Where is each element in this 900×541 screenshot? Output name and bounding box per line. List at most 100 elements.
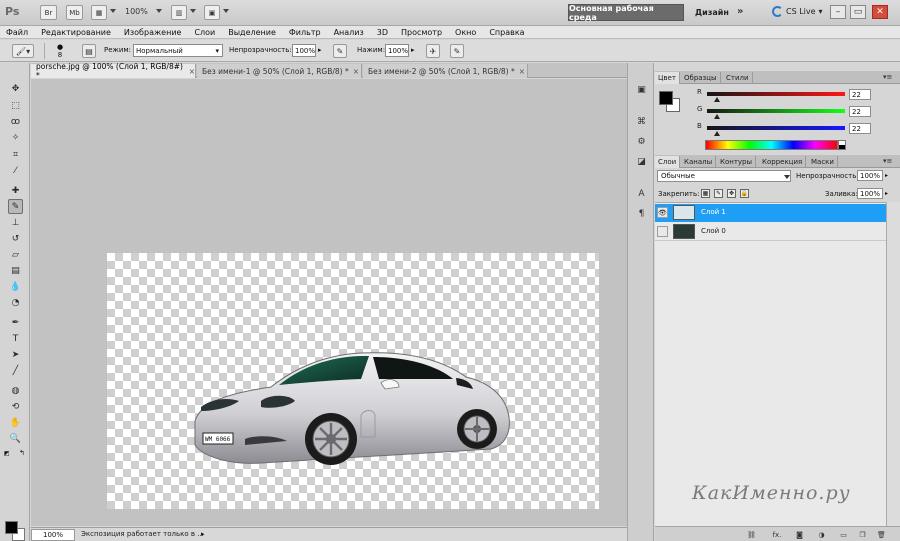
pressure-slider-toggle-icon[interactable]: ▸ [411,46,415,54]
hand-tool-icon[interactable]: ✋ [8,415,23,430]
tab-swatches[interactable]: Образцы [681,72,721,84]
tab-adjustments[interactable]: Коррекция [759,156,807,168]
minimize-window-button[interactable]: – [830,5,846,19]
workspace-design-button[interactable]: Дизайн [695,8,729,17]
foreground-color-swatch[interactable] [5,521,18,534]
pen-tool-icon[interactable]: ✒ [8,315,23,330]
menu-layers[interactable]: Слои [194,28,215,37]
close-icon[interactable]: × [189,67,195,76]
arrange-dropdown-icon[interactable] [190,9,196,13]
green-value-input[interactable]: 22 [849,106,871,117]
minibridge-panel-icon[interactable]: ▣ [634,83,649,97]
layer-opacity-input[interactable]: 100% [857,170,883,181]
visibility-toggle-icon[interactable] [657,226,668,237]
document-canvas[interactable]: WM 6066 [107,253,599,509]
blue-slider[interactable] [707,126,845,130]
arrange-documents-icon[interactable]: ▥ [171,5,187,20]
lasso-tool-icon[interactable]: ꝏ [8,114,23,129]
close-icon[interactable]: × [519,67,525,76]
screen-mode-icon[interactable]: ▣ [204,5,220,20]
document-tab-untitled-2[interactable]: Без имени-2 @ 50% (Слой 1, RGB/8) * × [363,64,528,78]
menu-view[interactable]: Просмотр [401,28,442,37]
screen-mode-dropdown-icon[interactable] [223,9,229,13]
slider-thumb-icon[interactable] [714,131,720,136]
navigator-panel-icon[interactable]: ◪ [634,155,649,169]
adjustment-icon[interactable]: ◑ [817,530,826,539]
blue-value-input[interactable]: 22 [849,123,871,134]
red-value-input[interactable]: 22 [849,89,871,100]
black-white-ramp[interactable] [838,140,846,150]
panel-menu-icon[interactable]: ▾≡ [883,73,892,81]
move-tool-icon[interactable]: ✥ [8,81,23,96]
restore-window-button[interactable]: ▭ [850,5,866,19]
3d-rotate-tool-icon[interactable]: ◍ [8,383,23,398]
mask-icon[interactable]: ◙ [795,530,804,539]
menu-help[interactable]: Справка [489,28,524,37]
quick-selection-tool-icon[interactable]: ✧ [8,130,23,145]
eraser-tool-icon[interactable]: ▱ [8,247,23,262]
menu-select[interactable]: Выделение [228,28,276,37]
bridge-button[interactable]: Br [40,5,57,20]
swap-colors-icon[interactable]: ↰ [19,449,25,457]
lock-position-icon[interactable]: ✥ [727,189,736,198]
tab-channels[interactable]: Каналы [681,156,717,168]
mini-bridge-button[interactable]: Mb [66,5,83,20]
zoom-tool-icon[interactable]: 🔍 [8,431,23,446]
healing-brush-tool-icon[interactable]: ✚ [8,183,23,198]
workspace-essentials-button[interactable]: Основная рабочая среда [568,4,684,22]
character-panel-icon[interactable]: A [634,187,649,201]
clone-stamp-tool-icon[interactable]: ⊥ [8,215,23,230]
zoom-level[interactable]: 100% [125,7,148,16]
opacity-slider-toggle-icon[interactable]: ▸ [885,172,888,179]
slider-thumb-icon[interactable] [714,114,720,119]
cs-live-menu[interactable]: CS Live ▾ [772,6,823,17]
history-brush-tool-icon[interactable]: ↺ [8,231,23,246]
path-selection-tool-icon[interactable]: ➤ [8,347,23,362]
tab-color[interactable]: Цвет [655,72,680,84]
blur-tool-icon[interactable]: 💧 [8,279,23,294]
slider-thumb-icon[interactable] [714,97,720,102]
tab-layers[interactable]: Слои [655,156,681,168]
menu-image[interactable]: Изображение [124,28,182,37]
shape-tool-icon[interactable]: ╱ [8,363,23,378]
paragraph-panel-icon[interactable]: ¶ [634,207,649,221]
opacity-input[interactable]: 100% [292,44,316,57]
more-workspaces-button[interactable]: » [737,6,743,17]
layer-row-layer-0[interactable]: Слой 0 [655,223,886,241]
crop-tool-icon[interactable]: ⌗ [8,147,23,162]
marquee-tool-icon[interactable]: ⬚ [8,98,23,113]
brush-tool-icon[interactable]: ✎ [8,199,23,214]
tab-masks[interactable]: Маски [808,156,838,168]
opacity-slider-toggle-icon[interactable]: ▸ [318,46,322,54]
lock-pixels-icon[interactable]: ✎ [714,189,723,198]
menu-file[interactable]: Файл [6,28,28,37]
close-icon[interactable]: × [353,67,359,76]
document-tab-porsche[interactable]: porsche.jpg @ 100% (Слой 1, RGB/8#) * × [31,62,196,80]
status-menu-arrow-icon[interactable]: ▸ [201,530,205,538]
menu-3d[interactable]: 3D [377,28,388,37]
brush-size-picker[interactable]: ● 8 [55,43,65,59]
tablet-pressure-opacity-icon[interactable]: ✎ [333,44,347,58]
fill-input[interactable]: 100% [857,188,883,199]
trash-icon[interactable]: 🗑 [877,530,886,539]
document-tab-untitled-1[interactable]: Без имени-1 @ 50% (Слой 1, RGB/8) * × [197,64,362,78]
new-layer-icon[interactable]: ❐ [858,530,867,539]
tablet-pressure-size-icon[interactable]: ✎ [450,44,464,58]
default-colors-icon[interactable]: ◩ [4,450,10,457]
menu-window[interactable]: Окно [455,28,476,37]
view-extras-icon[interactable]: ▦ [91,5,107,20]
tool-preset-picker-icon[interactable]: 🖌▾ [12,44,34,58]
blend-mode-select[interactable]: Нормальный ▾ [133,44,223,57]
color-panel-foreground-swatch[interactable] [659,91,673,105]
tab-paths[interactable]: Контуры [717,156,757,168]
layer-row-layer-1[interactable]: 👁 Слой 1 [655,204,886,222]
lock-all-icon[interactable]: 🔒 [740,189,749,198]
layer-blend-mode-select[interactable]: Обычные [657,170,791,182]
status-zoom-input[interactable]: 100% [31,529,75,541]
zoom-dropdown-icon[interactable] [156,9,162,13]
visibility-eye-icon[interactable]: 👁 [657,207,668,218]
type-tool-icon[interactable]: T [8,331,23,346]
green-slider[interactable] [707,109,845,113]
airbrush-icon[interactable]: ✈ [426,44,440,58]
fill-slider-toggle-icon[interactable]: ▸ [885,190,888,197]
